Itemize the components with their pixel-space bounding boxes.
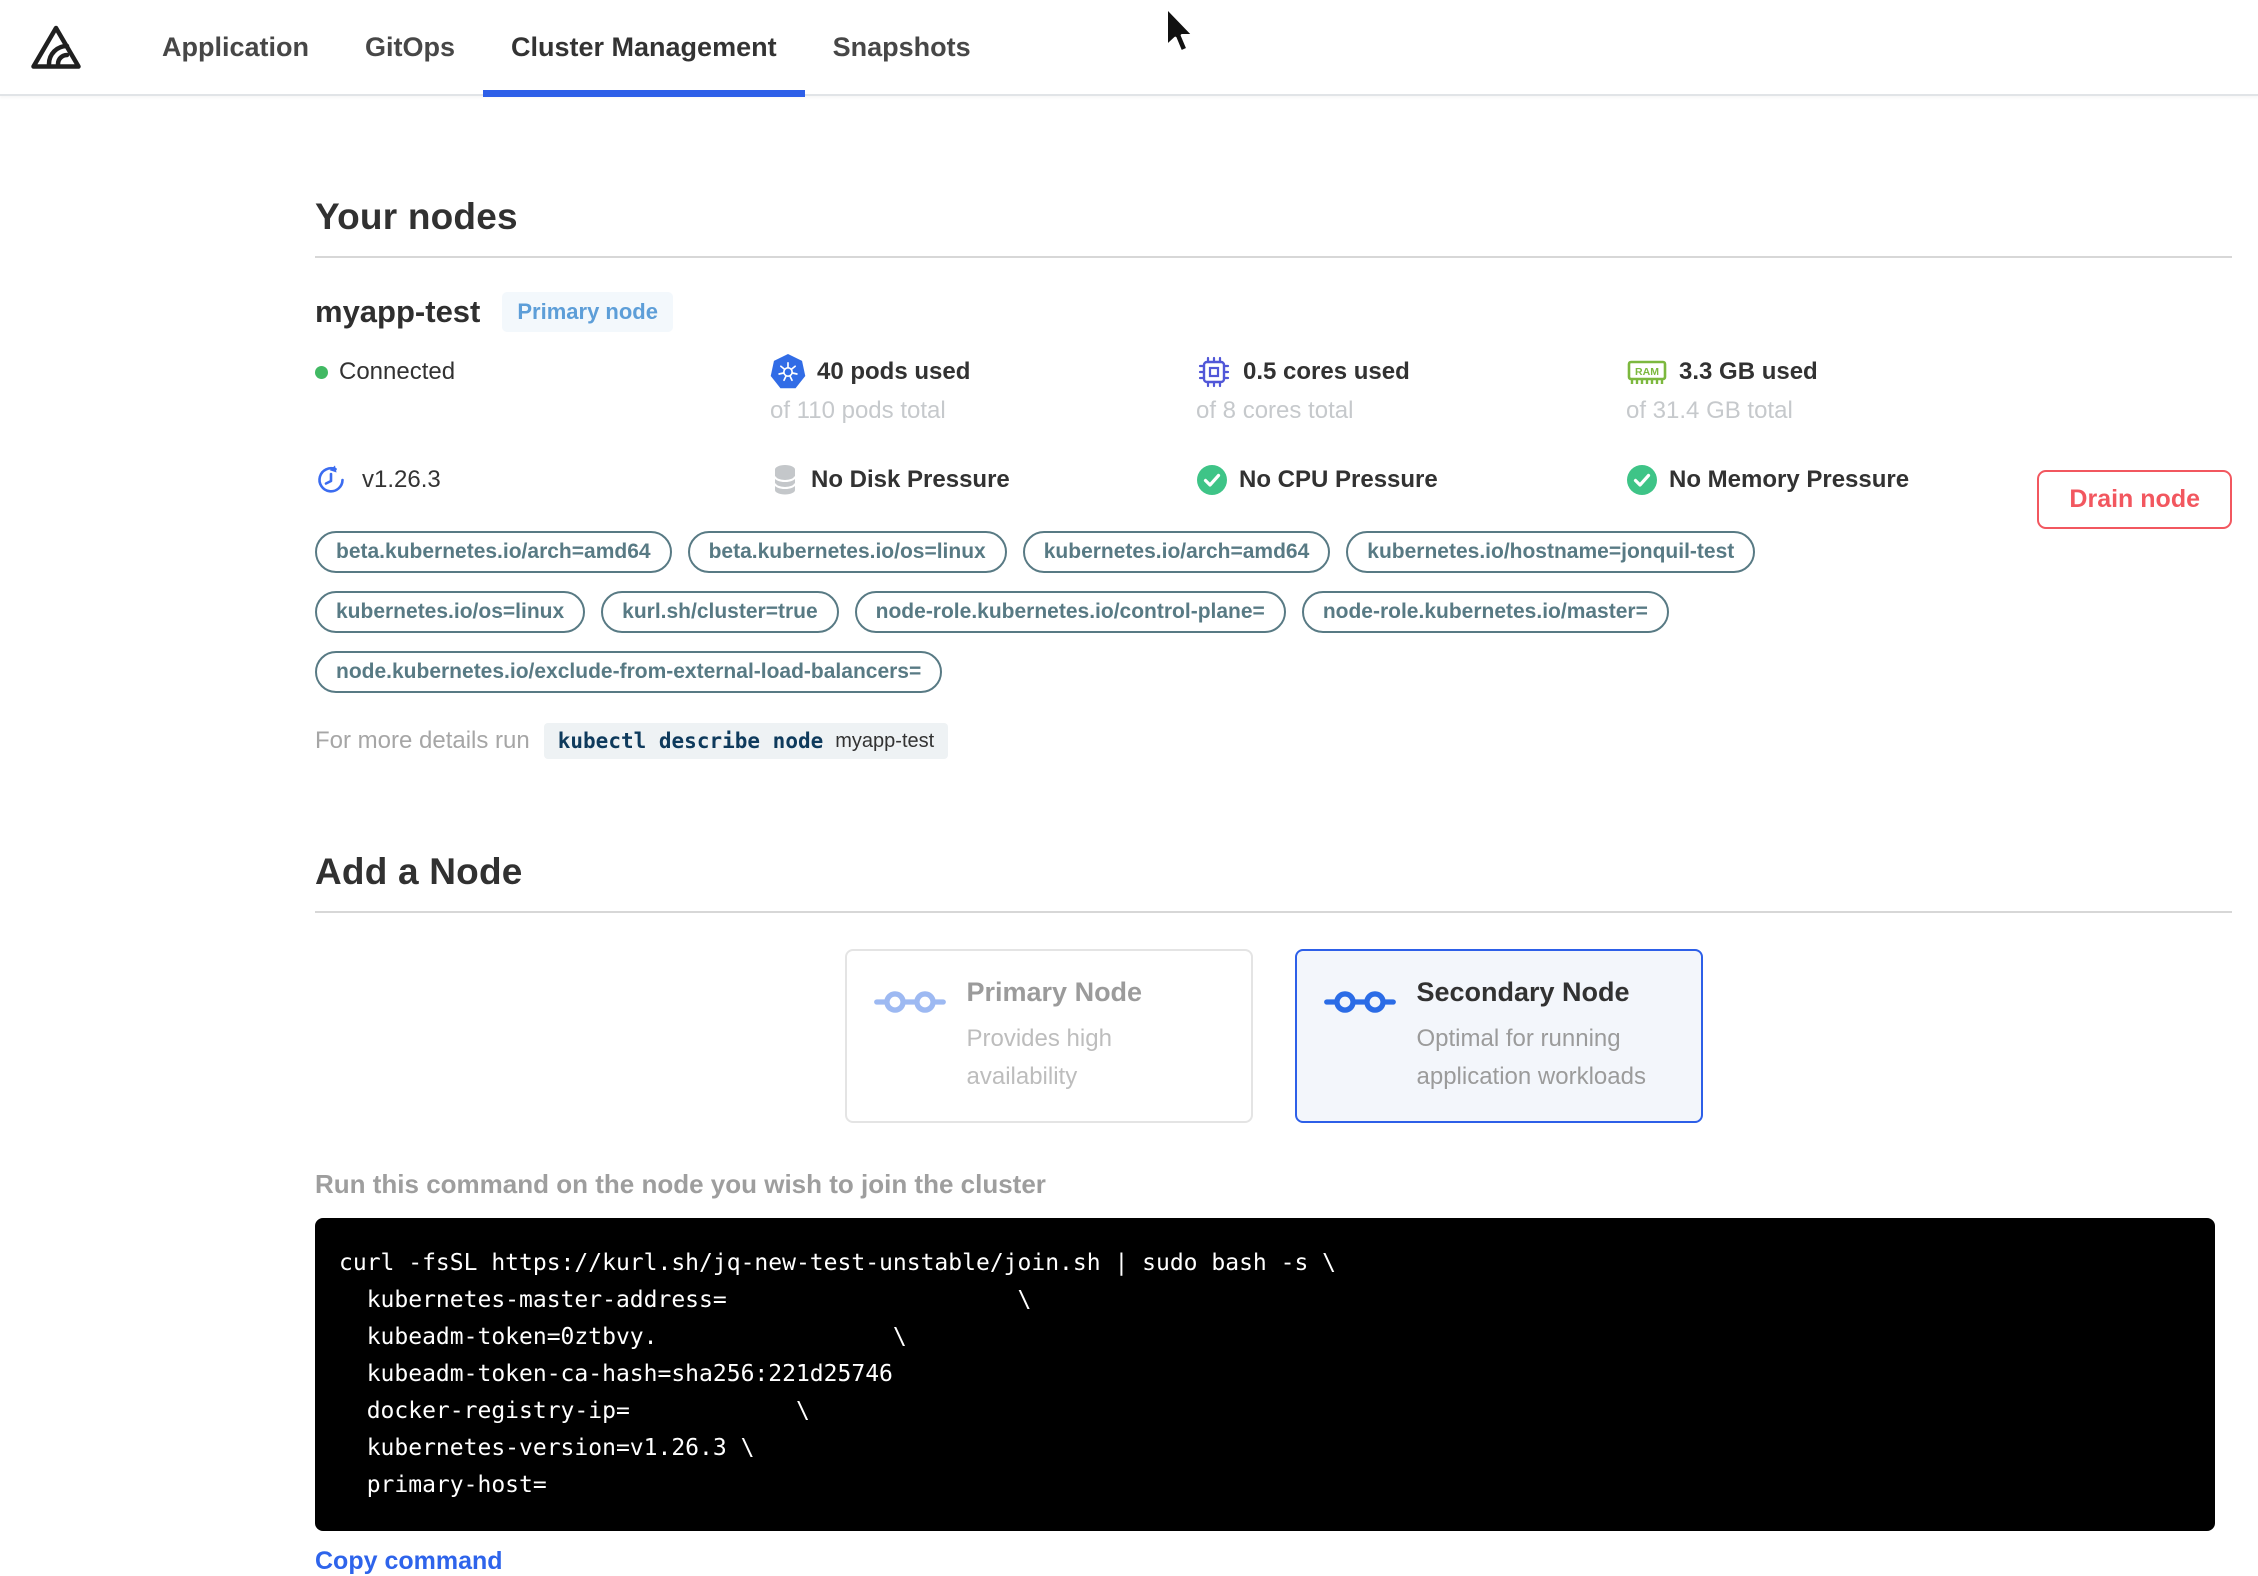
kubernetes-pods-icon xyxy=(770,354,806,390)
join-command-block: curl -fsSL https://kurl.sh/jq-new-test-u… xyxy=(315,1218,2215,1531)
node-stats-grid: Connected 40 pods used 0.5 cores used RA… xyxy=(315,354,2232,497)
your-nodes-title: Your nodes xyxy=(315,196,518,237)
node-label-pill: beta.kubernetes.io/arch=amd64 xyxy=(315,531,672,573)
main-content: Your nodes myapp-test Primary node Conne… xyxy=(0,196,2258,1576)
secondary-node-option[interactable]: Secondary Node Optimal for running appli… xyxy=(1294,949,1703,1123)
command-line: curl -fsSL https://kurl.sh/jq-new-test-u… xyxy=(339,1250,1336,1276)
disk-pressure: No Disk Pressure xyxy=(770,463,1196,497)
node-name-row: myapp-test Primary node xyxy=(315,292,2232,332)
cores-total-label: of 8 cores total xyxy=(1196,397,1354,424)
section-divider xyxy=(315,911,2232,913)
node-label-pill: node-role.kubernetes.io/master= xyxy=(1301,591,1669,633)
top-navbar: Application GitOps Cluster Management Sn… xyxy=(0,0,2258,97)
command-line: kubernetes-master-address= \ xyxy=(339,1287,1032,1313)
disk-pressure-label: No Disk Pressure xyxy=(811,466,1010,493)
node-label-pill: beta.kubernetes.io/os=linux xyxy=(687,531,1007,573)
nodes-chain-icon xyxy=(873,987,947,1121)
drain-node-button[interactable]: Drain node xyxy=(2037,470,2232,529)
pods-stat: 40 pods used xyxy=(770,354,1196,390)
add-node-section: Add a Node Primary Node Provides high av… xyxy=(315,851,2258,1576)
cpu-pressure-label: No CPU Pressure xyxy=(1239,466,1438,493)
node-label-pill: kubernetes.io/arch=amd64 xyxy=(1022,531,1331,573)
node-type-options: Primary Node Provides high availability xyxy=(315,949,2232,1123)
check-circle-icon xyxy=(1626,464,1658,496)
primary-node-option-title: Primary Node xyxy=(966,977,1143,1007)
copy-command-link[interactable]: Copy command xyxy=(315,1547,503,1576)
node-status: Connected xyxy=(315,354,770,390)
node-label-pill: node-role.kubernetes.io/control-plane= xyxy=(854,591,1286,633)
node-name: myapp-test xyxy=(315,294,481,329)
node-label-pill: kubernetes.io/os=linux xyxy=(315,591,586,633)
secondary-node-option-title: Secondary Node xyxy=(1416,977,1630,1007)
replicated-logo-icon xyxy=(30,22,82,72)
node-card: myapp-test Primary node Connected 40 pod… xyxy=(315,292,2232,759)
disk-icon xyxy=(770,463,800,497)
your-nodes-section: Your nodes myapp-test Primary node Conne… xyxy=(315,196,2258,759)
kubectl-node-name: myapp-test xyxy=(835,729,935,752)
details-hint: For more details run kubectl describe no… xyxy=(315,723,2232,759)
cpu-pressure: No CPU Pressure xyxy=(1196,463,1626,497)
tab-gitops[interactable]: GitOps xyxy=(337,0,483,95)
empty-cell xyxy=(315,397,770,425)
tab-cluster-management[interactable]: Cluster Management xyxy=(483,0,805,97)
command-line: kubernetes-version=v1.26.3 \ xyxy=(339,1435,755,1461)
node-label-pill: kurl.sh/cluster=true xyxy=(601,591,839,633)
nav-tabs: Application GitOps Cluster Management Sn… xyxy=(134,0,999,97)
tab-application[interactable]: Application xyxy=(134,0,337,95)
section-divider xyxy=(315,256,2232,258)
memory-used-label: 3.3 GB used xyxy=(1679,358,1818,385)
primary-node-option[interactable]: Primary Node Provides high availability xyxy=(844,949,1253,1123)
version-label: v1.26.3 xyxy=(362,466,441,493)
cores-stat: 0.5 cores used xyxy=(1196,354,1626,390)
command-line: docker-registry-ip= \ xyxy=(339,1398,810,1424)
nodes-chain-icon xyxy=(1323,987,1397,1121)
cpu-chip-icon xyxy=(1196,354,1232,390)
ram-icon: RAM xyxy=(1626,354,1668,390)
check-circle-icon xyxy=(1196,464,1228,496)
command-line: primary-host= xyxy=(339,1472,547,1498)
memory-stat: RAM 3.3 GB used xyxy=(1626,354,2232,390)
command-line: kubeadm-token=0ztbvy. \ xyxy=(339,1324,907,1350)
add-node-title: Add a Node xyxy=(315,851,523,892)
command-line: kubeadm-token-ca-hash=sha256:221d25746 xyxy=(339,1361,893,1387)
memory-total-label: of 31.4 GB total xyxy=(1626,397,1793,424)
node-version: v1.26.3 xyxy=(315,463,770,497)
memory-pressure-label: No Memory Pressure xyxy=(1669,466,1910,493)
details-prefix-label: For more details run xyxy=(315,727,530,754)
kubectl-command: kubectl describe node xyxy=(557,729,824,753)
connected-label: Connected xyxy=(339,358,456,385)
node-label-pill: node.kubernetes.io/exclude-from-external… xyxy=(315,651,943,693)
node-labels: beta.kubernetes.io/arch=amd64 beta.kuber… xyxy=(315,531,1995,693)
node-label-pill: kubernetes.io/hostname=jonquil-test xyxy=(1346,531,1756,573)
secondary-node-option-subtitle: Optimal for running application workload… xyxy=(1416,1025,1646,1091)
svg-text:RAM: RAM xyxy=(1635,366,1659,378)
tab-snapshots[interactable]: Snapshots xyxy=(805,0,999,95)
pods-used-label: 40 pods used xyxy=(817,358,971,385)
version-clock-icon xyxy=(315,464,347,496)
kubectl-describe-chip: kubectl describe node myapp-test xyxy=(543,723,949,759)
pods-total-label: of 110 pods total xyxy=(770,397,946,424)
connected-dot-icon xyxy=(315,365,328,379)
run-command-hint: Run this command on the node you wish to… xyxy=(315,1169,1046,1199)
primary-node-option-subtitle: Provides high availability xyxy=(966,1025,1112,1091)
cores-used-label: 0.5 cores used xyxy=(1243,358,1410,385)
primary-node-badge: Primary node xyxy=(502,292,673,332)
